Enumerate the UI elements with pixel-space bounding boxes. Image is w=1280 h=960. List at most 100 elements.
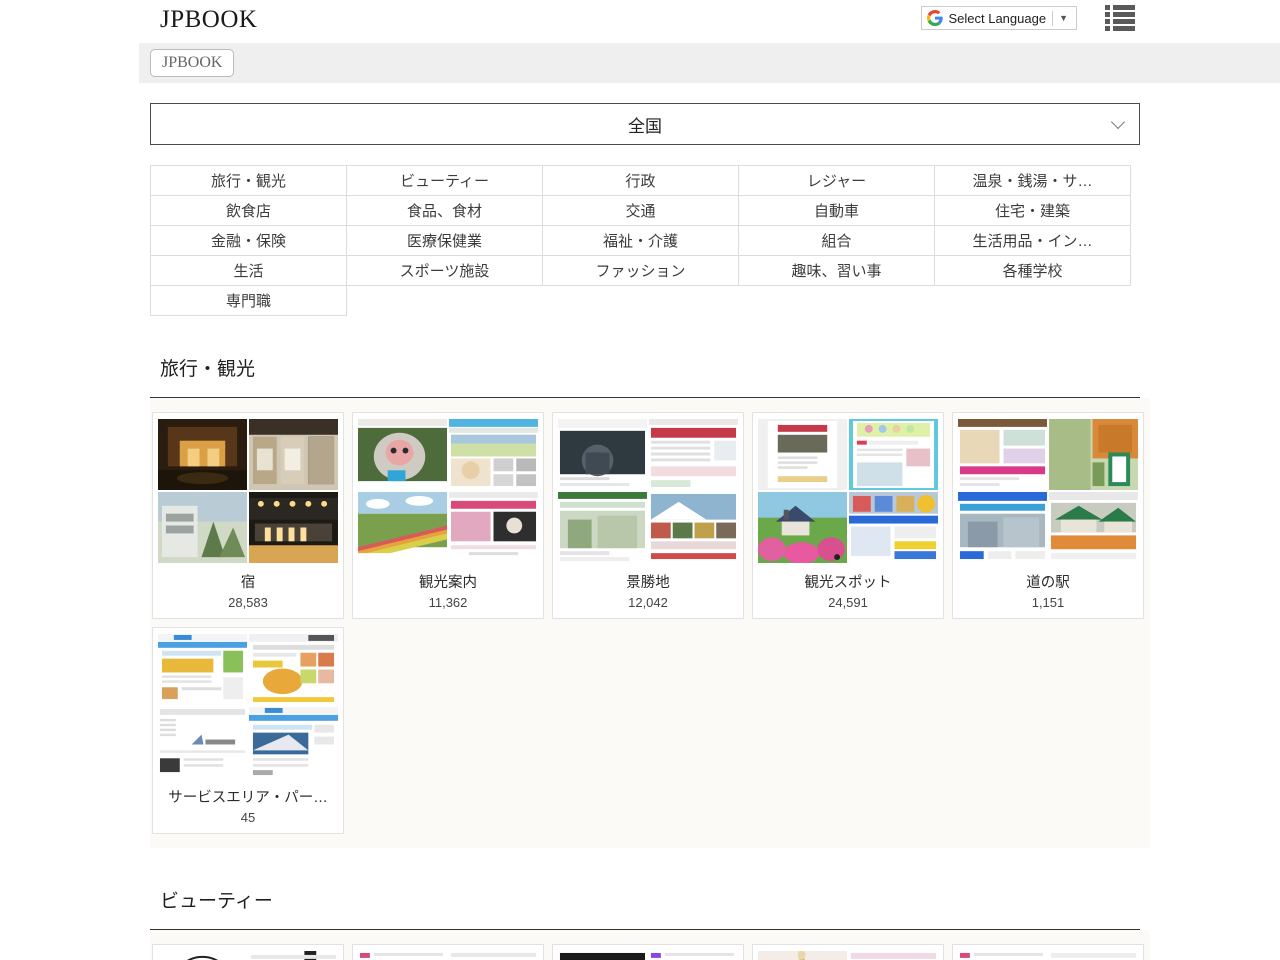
card-scenic-spot[interactable]: 景勝地 12,042 xyxy=(552,412,744,619)
breadcrumb: JPBOOK xyxy=(139,43,1280,83)
site-thumbnail xyxy=(1049,951,1138,960)
site-header: JPBOOK Select Language ▼ xyxy=(0,0,1280,43)
list-menu-row xyxy=(1105,26,1135,31)
category-cell-schools[interactable]: 各種学校 xyxy=(935,256,1131,286)
site-brand[interactable]: JPBOOK xyxy=(160,6,257,34)
category-cell-union[interactable]: 組合 xyxy=(739,226,935,256)
site-thumbnail xyxy=(758,492,847,563)
category-cell-professional[interactable]: 専門職 xyxy=(151,286,347,316)
category-cell-welfare[interactable]: 福祉・介護 xyxy=(543,226,739,256)
main-content: 全国 旅行・観光 ビューティー 行政 レジャー 温泉・銭湯・サ… 飲食店 食品、… xyxy=(150,103,1140,960)
card-title: 景勝地 xyxy=(558,571,738,592)
category-cell-daily-goods[interactable]: 生活用品・イン… xyxy=(935,226,1131,256)
site-thumbnail xyxy=(158,707,247,778)
site-thumbnail xyxy=(558,951,647,960)
site-thumbnail xyxy=(649,951,738,960)
site-thumbnail xyxy=(249,707,338,778)
site-thumbnail xyxy=(758,951,847,960)
site-thumbnail xyxy=(358,492,447,563)
card-tourist-spot[interactable]: 観光スポット 24,591 xyxy=(752,412,944,619)
card-row xyxy=(150,944,1150,960)
category-cell-sports[interactable]: スポーツ施設 xyxy=(347,256,543,286)
card-michi-no-eki[interactable]: 道の駅 1,151 xyxy=(952,412,1144,619)
category-cell-empty xyxy=(739,286,935,316)
thumbnail-grid xyxy=(958,419,1138,563)
site-thumbnail xyxy=(449,951,538,960)
bullet-square-icon xyxy=(1105,12,1110,17)
category-cell-hobby[interactable]: 趣味、習い事 xyxy=(739,256,935,286)
bullet-bar xyxy=(1113,12,1135,17)
site-thumbnail xyxy=(849,951,938,960)
category-cell-leisure[interactable]: レジャー xyxy=(739,166,935,196)
category-cell-food[interactable]: 食品、食材 xyxy=(347,196,543,226)
category-cell-empty xyxy=(543,286,739,316)
card-row: 宿 28,583 xyxy=(150,412,1150,619)
list-menu-icon[interactable] xyxy=(1105,5,1135,31)
site-thumbnail xyxy=(1049,419,1138,490)
card-beauty-4[interactable] xyxy=(752,944,944,960)
header-right-controls: Select Language ▼ xyxy=(921,5,1135,31)
table-row: 専門職 xyxy=(151,286,1131,316)
section-travel: 旅行・観光 xyxy=(150,344,1140,848)
site-thumbnail xyxy=(158,419,247,490)
region-select-value: 全国 xyxy=(628,112,662,137)
google-translate-widget[interactable]: Select Language ▼ xyxy=(921,6,1077,30)
category-cell-medical[interactable]: 医療保健業 xyxy=(347,226,543,256)
category-cell-government[interactable]: 行政 xyxy=(543,166,739,196)
bullet-square-icon xyxy=(1105,19,1110,24)
category-cell-finance[interactable]: 金融・保険 xyxy=(151,226,347,256)
site-thumbnail xyxy=(558,419,647,490)
category-cell-life[interactable]: 生活 xyxy=(151,256,347,286)
category-cell-fashion[interactable]: ファッション xyxy=(543,256,739,286)
category-cell-travel[interactable]: 旅行・観光 xyxy=(151,166,347,196)
translate-caret-icon[interactable]: ▼ xyxy=(1053,14,1074,23)
card-service-area[interactable]: サービスエリア・パー… 45 xyxy=(152,627,344,834)
site-thumbnail xyxy=(649,419,738,490)
site-thumbnail xyxy=(158,634,247,705)
site-thumbnail xyxy=(358,419,447,490)
category-cell-beauty[interactable]: ビューティー xyxy=(347,166,543,196)
thumbnail-grid xyxy=(158,951,338,960)
category-table-body: 旅行・観光 ビューティー 行政 レジャー 温泉・銭湯・サ… 飲食店 食品、食材 … xyxy=(151,166,1131,316)
card-count: 28,583 xyxy=(158,595,338,610)
site-thumbnail xyxy=(249,492,338,563)
bullet-square-icon xyxy=(1105,5,1110,10)
bullet-square-icon xyxy=(1105,26,1110,31)
chevron-down-icon xyxy=(1112,116,1125,129)
region-select[interactable]: 全国 xyxy=(150,103,1140,145)
card-yado[interactable]: 宿 28,583 xyxy=(152,412,344,619)
category-cell-transport[interactable]: 交通 xyxy=(543,196,739,226)
category-table: 旅行・観光 ビューティー 行政 レジャー 温泉・銭湯・サ… 飲食店 食品、食材 … xyxy=(150,165,1131,316)
category-cell-restaurant[interactable]: 飲食店 xyxy=(151,196,347,226)
card-beauty-2[interactable] xyxy=(352,944,544,960)
category-cell-onsen[interactable]: 温泉・銭湯・サ… xyxy=(935,166,1131,196)
section-beauty: ビューティー xyxy=(150,876,1140,960)
category-cell-housing[interactable]: 住宅・建築 xyxy=(935,196,1131,226)
card-title: 宿 xyxy=(158,571,338,592)
card-tourist-info[interactable]: 観光案内 11,362 xyxy=(352,412,544,619)
section-title: 旅行・観光 xyxy=(150,344,1140,398)
list-menu-row xyxy=(1105,19,1135,24)
google-g-icon xyxy=(927,10,943,26)
thumbnail-grid xyxy=(758,419,938,563)
list-menu-row xyxy=(1105,12,1135,17)
category-cell-empty xyxy=(347,286,543,316)
card-beauty-3[interactable] xyxy=(552,944,744,960)
table-row: 飲食店 食品、食材 交通 自動車 住宅・建築 xyxy=(151,196,1131,226)
breadcrumb-item-jpbook[interactable]: JPBOOK xyxy=(150,49,234,77)
site-thumbnail xyxy=(1049,492,1138,563)
site-thumbnail xyxy=(849,492,938,563)
card-beauty-5[interactable] xyxy=(952,944,1144,960)
table-row: 生活 スポーツ施設 ファッション 趣味、習い事 各種学校 xyxy=(151,256,1131,286)
thumbnail-grid xyxy=(558,419,738,563)
site-thumbnail xyxy=(158,951,247,960)
section-title: ビューティー xyxy=(150,876,1140,930)
card-beauty-1[interactable] xyxy=(152,944,344,960)
thumbnail-grid xyxy=(358,951,538,960)
card-title: 道の駅 xyxy=(958,571,1138,592)
table-row: 金融・保険 医療保健業 福祉・介護 組合 生活用品・イン… xyxy=(151,226,1131,256)
bullet-bar xyxy=(1113,5,1135,10)
card-row: サービスエリア・パー… 45 xyxy=(150,627,1150,834)
site-thumbnail xyxy=(158,492,247,563)
category-cell-automobile[interactable]: 自動車 xyxy=(739,196,935,226)
